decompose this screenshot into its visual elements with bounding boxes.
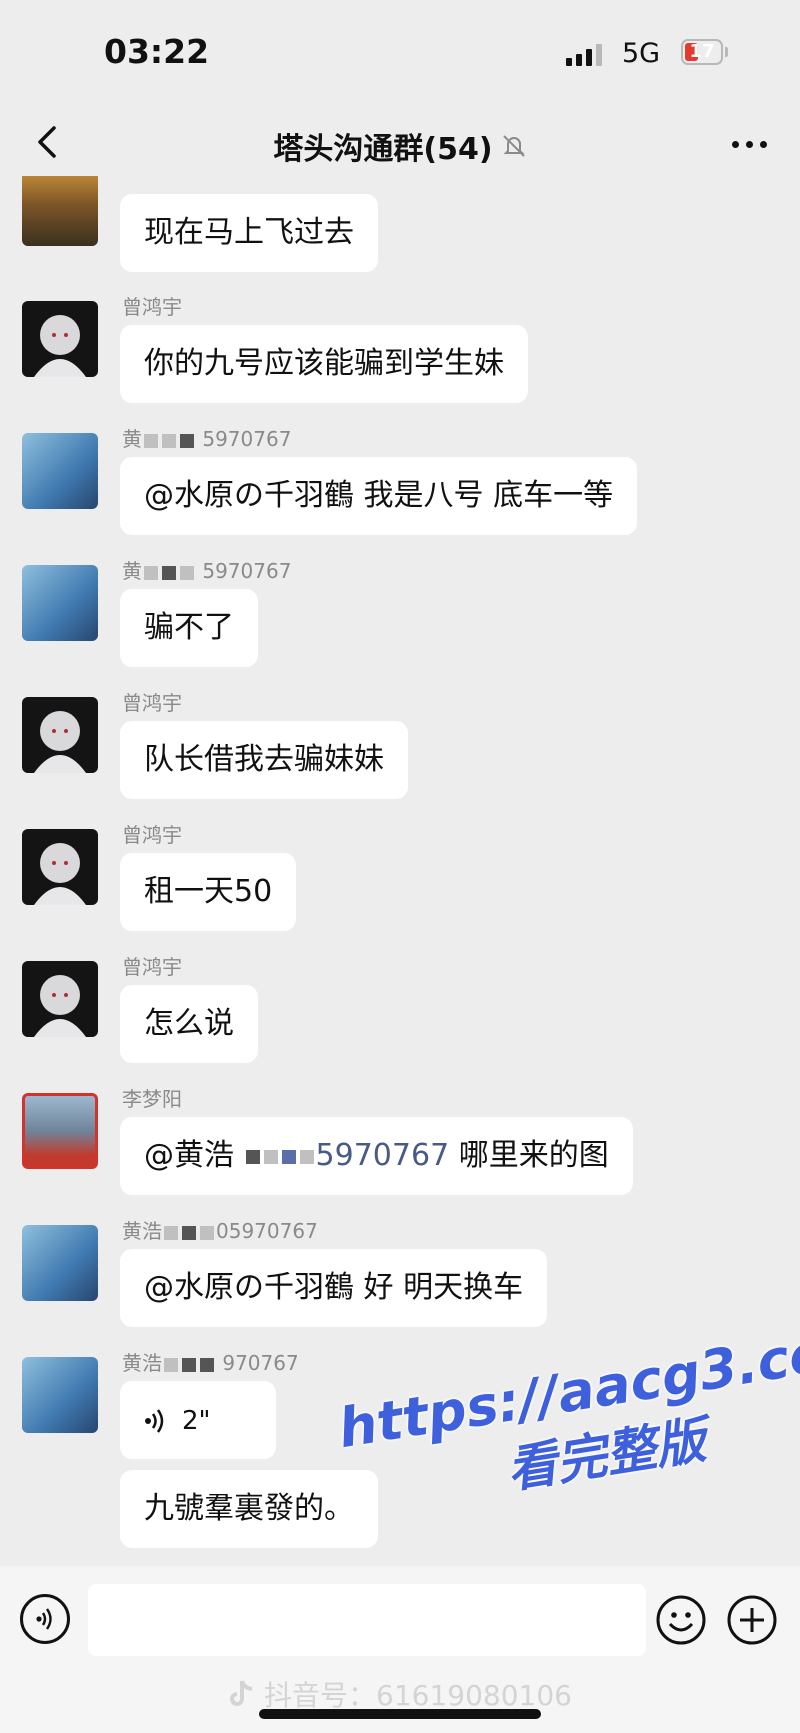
emoji-button[interactable] — [655, 1594, 707, 1646]
message-input[interactable] — [88, 1584, 646, 1656]
more-functions-button[interactable] — [726, 1594, 778, 1646]
emoji-icon — [656, 1595, 706, 1645]
avatar[interactable] — [22, 301, 98, 377]
mention-link[interactable]: 5970767 — [316, 1138, 450, 1173]
avatar[interactable] — [22, 433, 98, 509]
battery-icon: 17 — [681, 39, 723, 65]
more-icon[interactable] — [724, 124, 774, 164]
message-bubble[interactable]: 骗不了 — [120, 589, 258, 667]
chat-title: 塔头沟通群(54) — [273, 132, 493, 167]
message-bubble[interactable]: 队长借我去骗妹妹 — [120, 721, 408, 799]
message-bubble[interactable]: 现在马上飞过去 — [120, 194, 378, 272]
sender-name: 曾鸿宇 — [122, 691, 182, 715]
avatar[interactable] — [22, 1225, 98, 1301]
voice-duration: 2" — [182, 1406, 211, 1436]
sender-name: 黄浩 970767 — [122, 1351, 299, 1375]
network-type: 5G — [622, 38, 661, 69]
douyin-logo-icon — [230, 1680, 253, 1706]
message-bubble[interactable]: 怎么说 — [120, 985, 258, 1063]
sender-name: 曾鸿宇 — [122, 823, 182, 847]
sender-name: 黄 5970767 — [122, 559, 292, 583]
sender-name: 曾鸿宇 — [122, 955, 182, 979]
avatar[interactable] — [22, 829, 98, 905]
message-bubble[interactable]: 九號羣裏發的。 — [120, 1470, 378, 1548]
message-bubble[interactable]: 租一天50 — [120, 853, 297, 931]
avatar[interactable] — [22, 176, 98, 246]
avatar[interactable] — [22, 1093, 98, 1169]
message-bubble[interactable]: @水原の千羽鶴 我是八号 底车一等 — [120, 457, 638, 535]
plus-icon — [727, 1595, 777, 1645]
sender-name: 黄 5970767 — [122, 427, 292, 451]
mute-bell-icon — [502, 135, 525, 157]
message-bubble[interactable]: 你的九号应该能骗到学生妹 — [120, 325, 528, 403]
battery-level: 17 — [689, 41, 715, 62]
avatar[interactable] — [22, 1357, 98, 1433]
signal-icon — [566, 44, 602, 66]
home-indicator — [259, 1709, 541, 1719]
status-bar: 03:22 5G 17 — [0, 0, 800, 110]
sender-name: 黄浩 05970767 — [122, 1219, 318, 1243]
clock: 03:22 — [104, 32, 210, 71]
avatar[interactable] — [22, 961, 98, 1037]
voice-icon — [36, 1608, 52, 1630]
voice-input-button[interactable] — [20, 1594, 70, 1644]
sender-name: 曾鸿宇 — [122, 295, 182, 319]
voice-icon — [145, 1408, 164, 1433]
battery-tip — [725, 47, 728, 57]
input-bar: 抖音号：61619080106 — [0, 1566, 800, 1733]
douyin-id-watermark: 抖音号：61619080106 — [228, 1674, 572, 1714]
voice-message[interactable]: 2" — [120, 1381, 276, 1459]
avatar[interactable] — [22, 565, 98, 641]
nav-bar: 塔头沟通群(54) — [0, 110, 800, 176]
sender-name: 李梦阳 — [122, 1087, 182, 1111]
message-bubble[interactable]: @水原の千羽鶴 好 明天换车 — [120, 1249, 548, 1327]
avatar[interactable] — [22, 697, 98, 773]
message-bubble[interactable]: @黄浩 5970767 哪里来的图 — [120, 1117, 633, 1195]
